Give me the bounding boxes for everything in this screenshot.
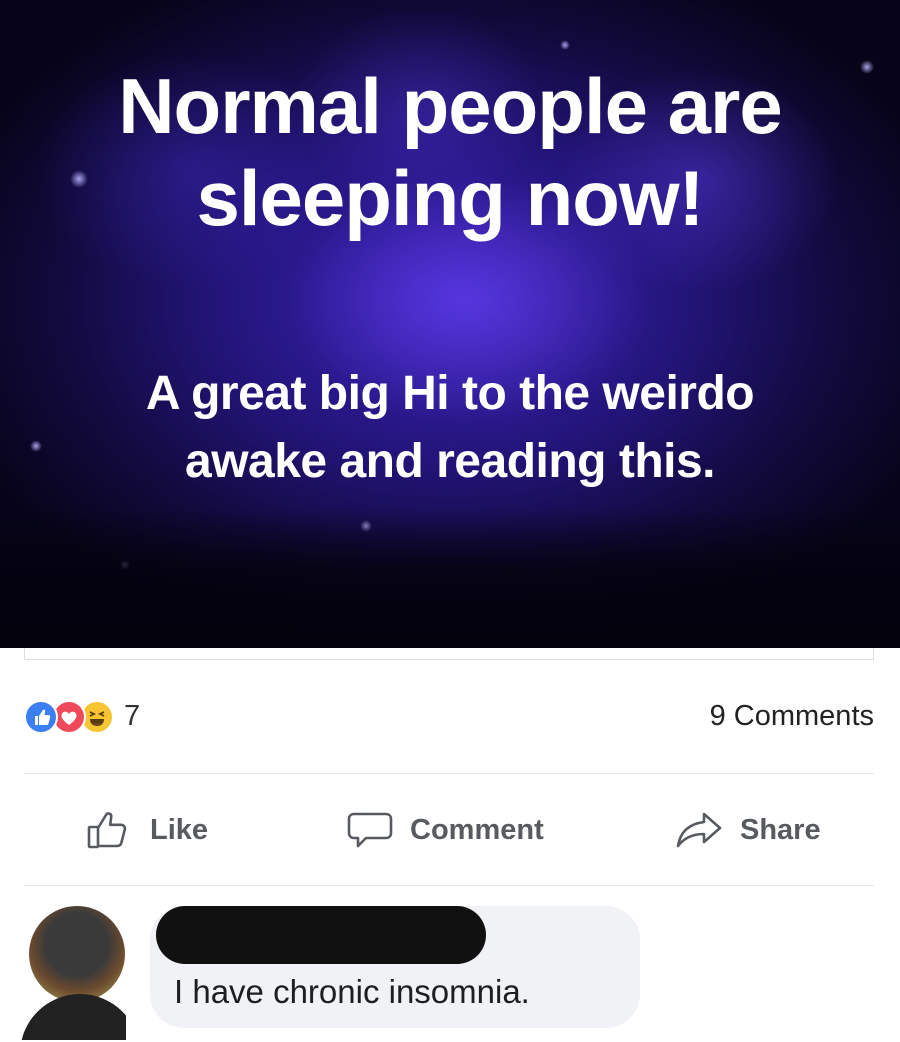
silhouette-ground <box>0 508 900 648</box>
subtext-line: A great big Hi to the weirdo <box>145 367 755 420</box>
comments-count-link[interactable]: 9 Comments <box>710 700 874 733</box>
post-action-bar: Like Comment Share <box>24 800 874 860</box>
divider <box>24 885 874 886</box>
comment-button[interactable]: Comment <box>344 800 544 860</box>
comment-text: I have chronic insomnia. <box>174 973 530 1010</box>
reaction-summary: 7 9 Comments <box>24 698 874 738</box>
headline-line: sleeping now! <box>196 154 704 242</box>
reaction-count[interactable]: 7 <box>124 700 140 733</box>
avatar-head <box>29 906 125 1002</box>
commenter-avatar[interactable] <box>20 906 126 1040</box>
star-decoration <box>560 40 570 50</box>
divider <box>24 773 874 774</box>
comment-bubble[interactable]: I have chronic insomnia. <box>150 906 640 1028</box>
post-image[interactable]: Normal people are sleeping now! A great … <box>0 0 900 648</box>
subtext-line: awake and reading this. <box>185 435 716 488</box>
image-headline: Normal people are sleeping now! <box>0 60 900 244</box>
avatar-shoulders <box>20 994 126 1040</box>
redacted-author-name <box>156 906 486 964</box>
comment-label: Comment <box>410 813 544 846</box>
share-arrow-icon <box>676 812 722 848</box>
image-subtext: A great big Hi to the weirdo awake and r… <box>0 360 900 496</box>
share-button[interactable]: Share <box>674 800 821 860</box>
image-frame-border <box>24 648 874 660</box>
thumbs-up-icon <box>87 812 127 849</box>
speech-bubble-icon <box>347 812 393 848</box>
like-icon <box>24 700 58 734</box>
like-label: Like <box>150 813 209 846</box>
headline-line: Normal people are <box>118 62 783 150</box>
like-button[interactable]: Like <box>84 800 208 860</box>
share-label: Share <box>740 813 821 846</box>
